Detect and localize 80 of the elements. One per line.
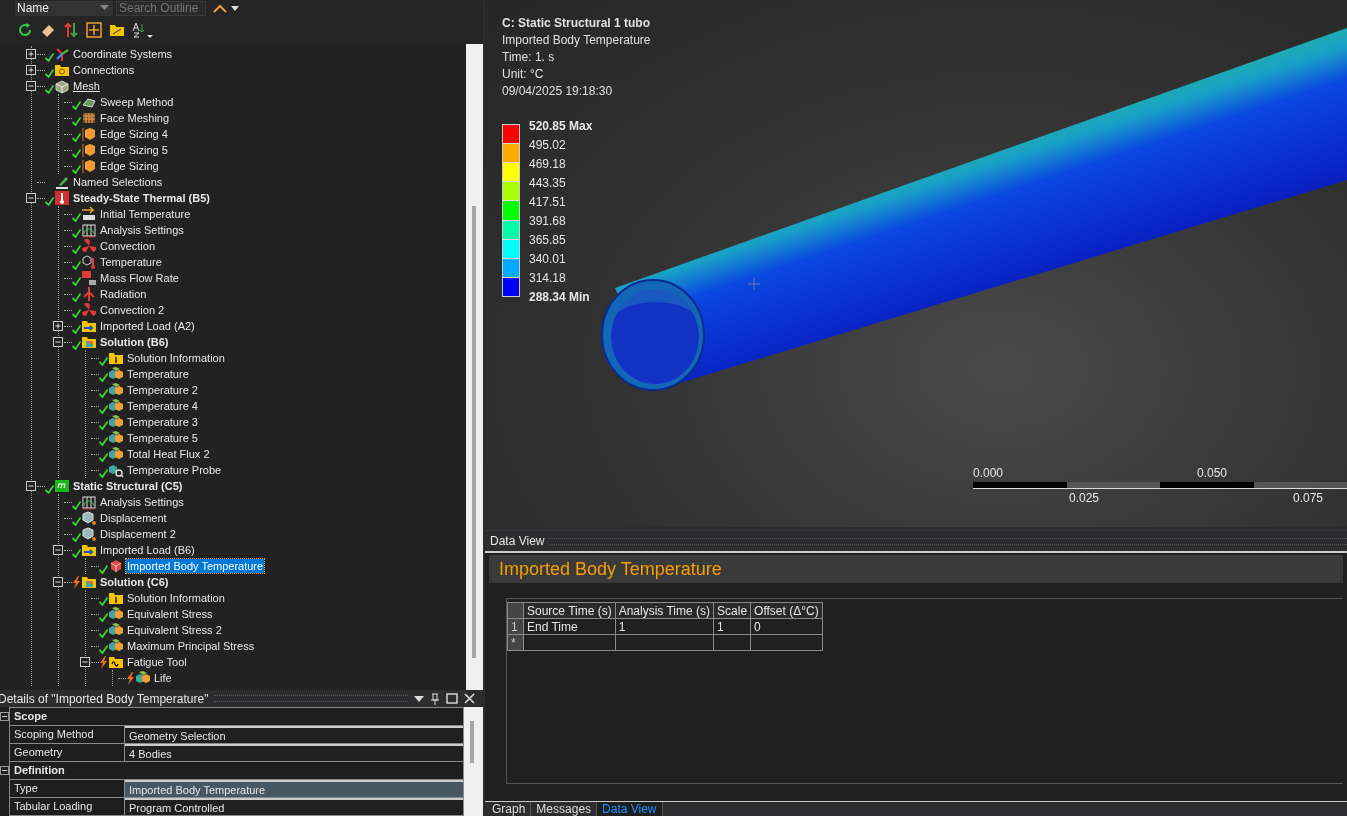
tree-item[interactable]: Sweep Method [99, 95, 175, 109]
tree-item[interactable]: Temperature [99, 255, 163, 269]
tree-item[interactable]: Analysis Settings [99, 223, 185, 237]
graphics-viewport[interactable]: C: Static Structural 1 tubo Imported Body Temperature Time: 1. s Unit: °C 09/04/2025 19:18:30 520.85 Max 495.02 469.18 443.35 417.51 391.68 365.85 340.01 314.18 288.34 Min 0.000 0.050 0.025 0.075 [485, 0, 1347, 527]
tree-item[interactable]: Analysis Settings [99, 495, 185, 509]
property-value[interactable]: 4 Bodies [125, 744, 463, 761]
column-header[interactable]: Scale [713, 602, 751, 619]
data-view-title: Imported Body Temperature [489, 555, 1343, 583]
result-info: Unit: °C [502, 66, 545, 83]
result-info: Imported Body Temperature [502, 32, 651, 49]
tree-item[interactable]: Named Selections [72, 175, 164, 189]
table-cell[interactable]: 1 [713, 618, 751, 635]
tree-item[interactable]: Displacement [99, 511, 168, 525]
tree-item[interactable]: Convection [99, 239, 157, 253]
tree-item[interactable]: Temperature 4 [126, 399, 199, 413]
tree-item[interactable]: Imported Load (B6) [99, 543, 196, 557]
legend-label: 495.02 [529, 137, 567, 154]
tree-item[interactable]: Connections [72, 63, 136, 77]
tree-item[interactable]: Solution (B6) [99, 335, 170, 349]
result-info: Time: 1. s [502, 49, 556, 66]
tree-item[interactable]: Temperature Probe [126, 463, 223, 477]
section-header: Definition [13, 763, 66, 778]
section-header: Scope [13, 709, 48, 724]
legend-label: 314.18 [529, 270, 567, 287]
legend-label: 443.35 [529, 175, 567, 192]
tree-item[interactable]: Life [153, 671, 173, 685]
tree-item[interactable]: Mesh [72, 79, 101, 93]
tree-item[interactable]: Temperature 3 [126, 415, 199, 429]
legend-label: 288.34 Min [529, 289, 591, 306]
tree-item[interactable]: Temperature 2 [126, 383, 199, 397]
tree-item[interactable]: Convection 2 [99, 303, 166, 317]
tree-item[interactable]: Imported Load (A2) [99, 319, 196, 333]
legend-label: 469.18 [529, 156, 567, 173]
property-value[interactable]: Geometry Selection [125, 726, 463, 743]
search-field[interactable]: Search Outline [116, 0, 206, 16]
property-value[interactable]: Program Controlled [125, 798, 463, 815]
property-value[interactable]: Imported Body Temperature [125, 780, 463, 797]
tree-item[interactable]: Edge Sizing 5 [99, 143, 169, 157]
tree-item[interactable]: Equivalent Stress [126, 607, 214, 621]
tree-item[interactable]: Edge Sizing [99, 159, 160, 173]
table-cell[interactable]: 1 [615, 618, 714, 635]
tree-item[interactable]: Radiation [99, 287, 148, 301]
column-header[interactable]: Offset (Δ°C) [750, 602, 823, 619]
tree-item[interactable]: Coordinate Systems [72, 47, 174, 61]
column-header[interactable]: Source Time (s) [523, 602, 616, 619]
tree-item[interactable]: Mass Flow Rate [99, 271, 180, 285]
tree-item[interactable]: Equivalent Stress 2 [126, 623, 223, 637]
legend-label: 391.68 [529, 213, 567, 230]
tree-item[interactable]: Static Structural (C5) [72, 479, 184, 493]
tab[interactable]: Graph [487, 802, 532, 816]
tree-item[interactable]: Imported Body Temperature [126, 559, 265, 573]
result-title: C: Static Structural 1 tubo [502, 15, 651, 32]
tree-item[interactable]: Solution Information [126, 351, 226, 365]
tree-item[interactable]: Face Meshing [99, 111, 171, 125]
tree-item[interactable]: Fatigue Tool [126, 655, 188, 669]
tree-item[interactable]: Temperature 5 [126, 431, 199, 445]
legend-label: 365.85 [529, 232, 567, 249]
tree-item[interactable]: Solution (C6) [99, 575, 170, 589]
tree-item[interactable]: Displacement 2 [99, 527, 177, 541]
scale-label: 0.025 [1069, 491, 1100, 505]
scale-label: 0.050 [1197, 466, 1228, 480]
tree-item[interactable]: Solution Information [126, 591, 226, 605]
name-dropdown[interactable]: Name [15, 0, 113, 16]
column-header[interactable]: Analysis Time (s) [615, 602, 714, 619]
tree-item[interactable]: Temperature [126, 367, 190, 381]
tree-item[interactable]: Maximum Principal Stress [126, 639, 256, 653]
tree-item[interactable]: Edge Sizing 4 [99, 127, 169, 141]
legend-label: 340.01 [529, 251, 567, 268]
table-cell[interactable]: 0 [750, 618, 823, 635]
scale-label: 0.000 [973, 466, 1004, 480]
panel-title: Data View [490, 534, 545, 548]
scale-label: 0.075 [1293, 491, 1324, 505]
legend-label: 520.85 Max [529, 118, 593, 135]
table-cell[interactable]: End Time [523, 618, 616, 635]
tree-item[interactable]: Steady-State Thermal (B5) [72, 191, 211, 205]
tab[interactable]: Data View [597, 802, 663, 816]
legend-label: 417.51 [529, 194, 567, 211]
tree-item[interactable]: Initial Temperature [99, 207, 192, 221]
tree-item[interactable]: Total Heat Flux 2 [126, 447, 211, 461]
result-info: 09/04/2025 19:18:30 [502, 83, 614, 100]
